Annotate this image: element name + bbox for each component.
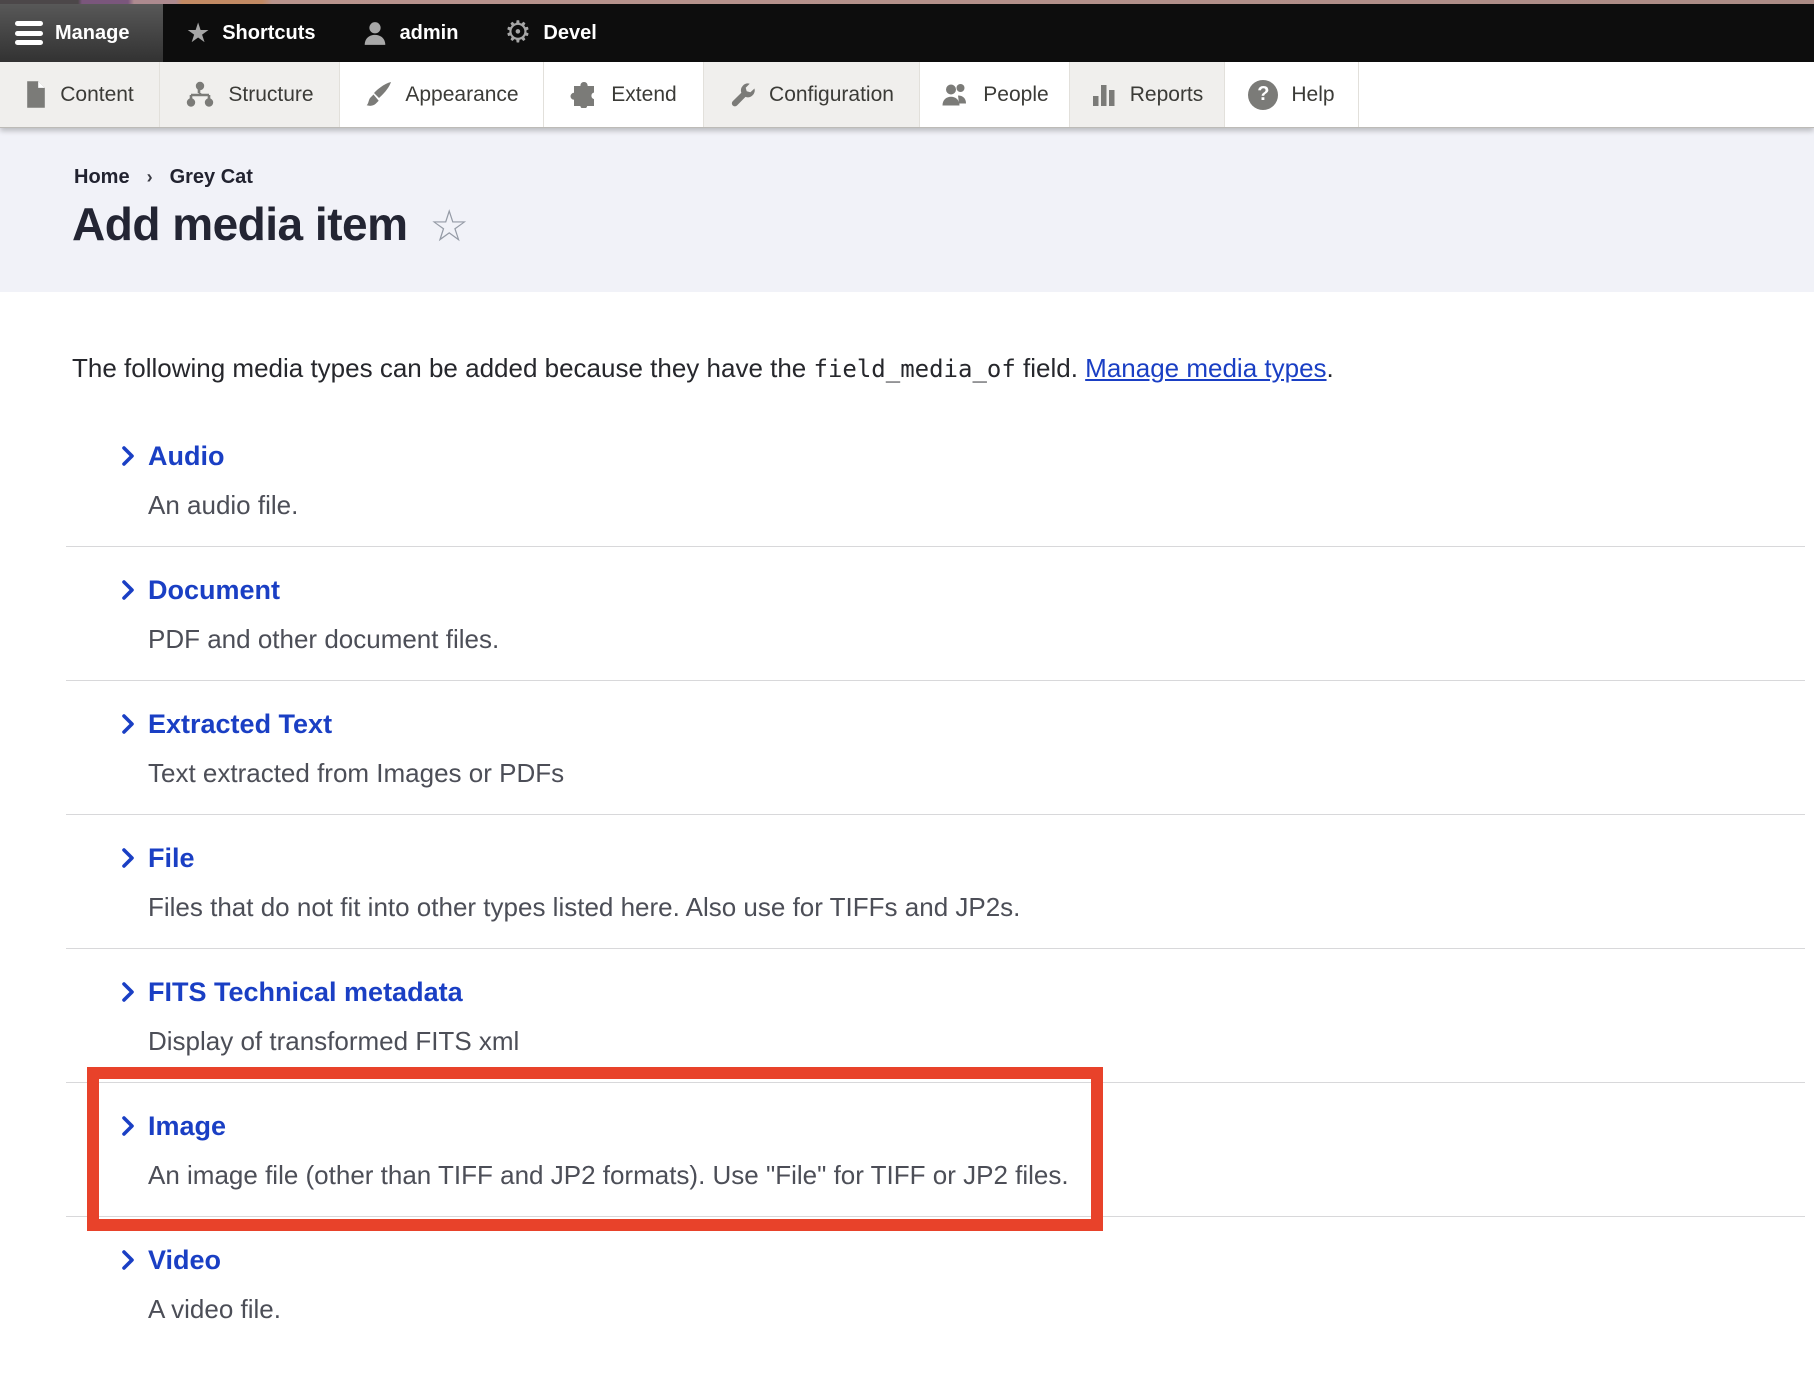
admin-bar-item-shortcuts[interactable]: ★ Shortcuts [163, 4, 339, 62]
media-type-link-row: FITS Technical metadata [120, 976, 1805, 1008]
media-type-link-row: Video [120, 1244, 1805, 1276]
title-row: Add media item ☆ [72, 197, 1814, 251]
media-type-description: An audio file. [148, 490, 1805, 520]
toolbar-tab-structure[interactable]: Structure [160, 62, 340, 127]
media-type-description: Files that do not fit into other types l… [148, 892, 1805, 922]
media-type-link-extracted-text[interactable]: Extracted Text [148, 709, 332, 740]
media-type-item-document: Document PDF and other document files. [66, 547, 1805, 681]
intro-text-end: . [1327, 353, 1334, 383]
intro-text-before: The following media types can be added b… [72, 353, 814, 383]
tab-label: Content [60, 83, 134, 107]
toolbar-tab-reports[interactable]: Reports [1070, 62, 1225, 127]
wrench-icon [729, 81, 756, 108]
breadcrumb-grey-cat-link[interactable]: Grey Cat [170, 166, 253, 189]
file-icon [25, 81, 47, 108]
media-type-link-image[interactable]: Image [148, 1111, 226, 1142]
admin-bar-label: Devel [543, 22, 596, 45]
media-type-link-row: Image [120, 1110, 1805, 1142]
toolbar-tab-configuration[interactable]: Configuration [704, 62, 920, 127]
hamburger-icon [15, 17, 43, 50]
tab-label: Help [1291, 83, 1334, 107]
media-type-item-image: Image An image file (other than TIFF and… [66, 1083, 1805, 1217]
media-type-description: PDF and other document files. [148, 624, 1805, 654]
main-content: The following media types can be added b… [0, 292, 1814, 1351]
admin-bar-label: Manage [55, 22, 129, 45]
chevron-right-icon [120, 445, 136, 467]
media-type-link-fits[interactable]: FITS Technical metadata [148, 977, 463, 1008]
admin-bar-item-devel[interactable]: ⚙ Devel [481, 4, 619, 62]
window-top-strip [0, 0, 1814, 4]
chevron-right-icon [120, 579, 136, 601]
tab-label: Structure [228, 83, 313, 107]
intro-text: The following media types can be added b… [72, 352, 1814, 385]
media-type-link-video[interactable]: Video [148, 1245, 221, 1276]
toolbar-filler [1359, 62, 1814, 127]
media-type-link-row: Audio [120, 440, 1805, 472]
admin-bar-item-admin-user[interactable]: admin [339, 4, 482, 62]
paintbrush-icon [364, 81, 392, 109]
breadcrumb: Home › Grey Cat [74, 166, 1814, 189]
media-type-item-video: Video A video file. [66, 1217, 1805, 1351]
puzzle-icon [570, 81, 598, 108]
tab-label: Reports [1130, 83, 1204, 107]
media-type-item-extracted-text: Extracted Text Text extracted from Image… [66, 681, 1805, 815]
toolbar-tab-people[interactable]: People [920, 62, 1070, 127]
field-name-code: field_media_of [814, 355, 1016, 383]
chevron-right-icon [120, 1249, 136, 1271]
toolbar-tab-appearance[interactable]: Appearance [340, 62, 544, 127]
bookmark-star-icon[interactable]: ☆ [430, 205, 469, 249]
admin-bar-label: admin [400, 22, 459, 45]
user-icon [362, 20, 388, 46]
manage-media-types-link[interactable]: Manage media types [1085, 353, 1326, 383]
chevron-right-icon [120, 981, 136, 1003]
admin-toolbar: Content Structure Appearance Extend [0, 62, 1814, 128]
tab-label: Extend [611, 83, 676, 107]
media-type-description: A video file. [148, 1294, 1805, 1324]
people-icon [940, 81, 970, 108]
media-type-description: Display of transformed FITS xml [148, 1026, 1805, 1056]
intro-text-after: field. [1016, 353, 1085, 383]
media-type-link-audio[interactable]: Audio [148, 441, 224, 472]
chevron-right-icon [120, 713, 136, 735]
toolbar-tab-extend[interactable]: Extend [544, 62, 704, 127]
media-type-item-file: File Files that do not fit into other ty… [66, 815, 1805, 949]
tab-label: Configuration [769, 83, 894, 107]
media-type-link-document[interactable]: Document [148, 575, 280, 606]
chevron-right-icon [120, 1115, 136, 1137]
tab-label: Appearance [405, 83, 518, 107]
chevron-separator-icon: › [147, 167, 153, 188]
tab-label: People [983, 83, 1048, 107]
media-type-description: An image file (other than TIFF and JP2 f… [148, 1160, 1805, 1190]
star-icon: ★ [186, 20, 210, 47]
admin-bar-label: Shortcuts [222, 22, 315, 45]
page-title: Add media item [72, 197, 408, 251]
media-type-item-audio: Audio An audio file. [66, 413, 1805, 547]
bar-chart-icon [1091, 81, 1117, 108]
sitemap-icon [185, 81, 215, 108]
toolbar-tab-help[interactable]: ? Help [1225, 62, 1359, 127]
toolbar-tab-content[interactable]: Content [0, 62, 160, 127]
media-type-list: Audio An audio file. Document PDF and ot… [66, 413, 1805, 1351]
chevron-right-icon [120, 847, 136, 869]
admin-bar: Manage ★ Shortcuts admin ⚙ Devel [0, 4, 1814, 62]
media-type-link-file[interactable]: File [148, 843, 195, 874]
gear-icon: ⚙ [504, 18, 531, 48]
question-icon: ? [1248, 80, 1278, 110]
media-type-link-row: Document [120, 574, 1805, 606]
media-type-item-fits: FITS Technical metadata Display of trans… [66, 949, 1805, 1083]
media-type-description: Text extracted from Images or PDFs [148, 758, 1805, 788]
page-header: Home › Grey Cat Add media item ☆ [0, 128, 1814, 292]
admin-bar-item-manage[interactable]: Manage [0, 4, 163, 62]
media-type-link-row: Extracted Text [120, 708, 1805, 740]
media-type-link-row: File [120, 842, 1805, 874]
breadcrumb-home-link[interactable]: Home [74, 166, 130, 189]
